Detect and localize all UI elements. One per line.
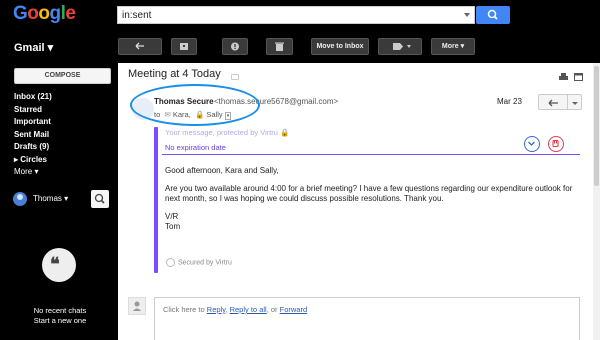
email-signature: Tom bbox=[165, 222, 181, 231]
reply-prefix: Click here to bbox=[163, 305, 205, 314]
logo-letter: o bbox=[38, 3, 50, 24]
sender-name[interactable]: Thomas Secure bbox=[154, 97, 214, 106]
chevron-down-icon bbox=[528, 141, 535, 146]
circles-label: Circles bbox=[20, 154, 47, 164]
message-more-button[interactable] bbox=[568, 94, 582, 110]
reply-hint: Click here to Reply, Reply to all, or Fo… bbox=[163, 305, 307, 314]
chat-status: No recent chats Start a new one bbox=[10, 306, 110, 326]
scrollbar-thumb[interactable] bbox=[594, 66, 599, 186]
google-logo[interactable]: Google bbox=[13, 3, 76, 25]
sidebar-item-more[interactable]: More ▾ bbox=[14, 166, 52, 179]
delete-button[interactable] bbox=[266, 38, 293, 55]
logo-letter: G bbox=[13, 3, 28, 24]
email-subject: Meeting at 4 Today bbox=[128, 68, 221, 80]
sidebar-item-inbox[interactable]: Inbox (21) bbox=[14, 91, 52, 104]
move-to-inbox-button[interactable]: Move to Inbox bbox=[311, 38, 369, 55]
trash-icon bbox=[275, 42, 284, 51]
reply-icon bbox=[548, 99, 558, 107]
logo-letter: e bbox=[65, 3, 76, 24]
chevron-down-icon bbox=[572, 102, 578, 105]
virtru-protected-notice: Your message, protected by Virtru 🔒 bbox=[165, 128, 289, 137]
labels-button[interactable] bbox=[378, 38, 422, 55]
virtru-logo-icon bbox=[166, 258, 175, 267]
virtru-expand-icon[interactable] bbox=[524, 136, 540, 152]
recipients-line: to ✉ Kara, 🔒 Sally ▾ bbox=[154, 110, 232, 120]
virtru-revoke-icon[interactable] bbox=[548, 136, 564, 152]
virtru-accent-bar bbox=[154, 127, 158, 273]
hand-stop-icon bbox=[552, 139, 559, 148]
secured-by-virtru: Secured by Virtru bbox=[166, 258, 232, 267]
logo-letter: g bbox=[49, 3, 62, 24]
gmail-menu[interactable]: Gmail ▾ bbox=[14, 41, 53, 54]
archive-button[interactable] bbox=[171, 38, 197, 55]
reply-link[interactable]: Reply bbox=[207, 305, 226, 314]
reply-all-link[interactable]: Reply to all bbox=[230, 305, 267, 314]
search-options-icon[interactable] bbox=[464, 13, 470, 17]
reply-avatar bbox=[128, 297, 146, 315]
more-actions-button[interactable]: More ▾ bbox=[431, 38, 475, 55]
search-input[interactable] bbox=[118, 7, 448, 23]
print-icon[interactable] bbox=[559, 73, 568, 81]
virtru-divider bbox=[162, 154, 580, 155]
search-box[interactable] bbox=[117, 6, 475, 24]
quick-reply-box[interactable]: Click here to Reply, Reply to all, or Fo… bbox=[154, 297, 580, 340]
back-arrow-icon bbox=[135, 42, 144, 50]
email-view: Meeting at 4 Today Thomas Secure <thomas… bbox=[118, 63, 600, 340]
sender-avatar bbox=[132, 98, 154, 120]
reply-separator: , bbox=[225, 305, 228, 314]
sidebar-nav: Inbox (21) Starred Important Sent Mail D… bbox=[14, 91, 52, 179]
email-signoff: V/R bbox=[165, 212, 179, 221]
label-tag-icon bbox=[393, 43, 411, 50]
recipient-kara[interactable]: Kara, bbox=[173, 110, 191, 119]
reply-button[interactable] bbox=[538, 94, 568, 110]
spam-icon bbox=[231, 42, 239, 51]
secured-by-text: Secured by Virtru bbox=[178, 259, 232, 267]
user-name[interactable]: Thomas ▾ bbox=[33, 194, 68, 203]
sidebar-item-circles[interactable]: ▸ Circles bbox=[14, 154, 52, 167]
logo-letter: o bbox=[27, 3, 39, 24]
recipient-lock-icon: ✉ bbox=[164, 110, 171, 119]
sidebar-item-sent-mail[interactable]: Sent Mail bbox=[14, 129, 52, 142]
to-prefix: to bbox=[154, 110, 161, 119]
recipient-sally[interactable]: Sally bbox=[206, 110, 222, 119]
virtru-protected-text: Your message, protected by Virtru bbox=[165, 128, 278, 137]
sidebar-item-important[interactable]: Important bbox=[14, 116, 52, 129]
virtru-expiration: No expiration date bbox=[165, 143, 226, 152]
show-details-icon[interactable]: ▾ bbox=[224, 112, 232, 120]
quote-icon: ❝ bbox=[50, 254, 60, 274]
avatar bbox=[13, 192, 27, 206]
sidebar-item-starred[interactable]: Starred bbox=[14, 104, 52, 117]
no-chats-text: No recent chats bbox=[33, 306, 87, 315]
email-body-line-2: next month, so I was hoping we could dis… bbox=[165, 194, 444, 203]
hangouts-icon: ❝ bbox=[42, 248, 76, 282]
recipient-lock-icon: 🔒 bbox=[194, 110, 205, 119]
top-bar: Google bbox=[0, 0, 600, 30]
search-icon bbox=[487, 9, 498, 20]
person-icon bbox=[133, 301, 141, 311]
search-button[interactable] bbox=[476, 6, 510, 24]
archive-icon bbox=[180, 43, 188, 50]
open-in-new-window-icon[interactable] bbox=[574, 73, 583, 81]
sender-email: <thomas.secure5678@gmail.com> bbox=[214, 97, 339, 106]
email-date: Mar 23 bbox=[497, 97, 522, 106]
people-search-button[interactable] bbox=[91, 190, 109, 208]
search-icon bbox=[94, 193, 105, 204]
lock-icon: 🔒 bbox=[280, 128, 290, 137]
reply-separator: , or bbox=[266, 305, 278, 314]
sidebar-item-drafts[interactable]: Drafts (9) bbox=[14, 141, 52, 154]
report-spam-button[interactable] bbox=[222, 38, 248, 55]
back-button[interactable] bbox=[118, 38, 162, 55]
start-new-chat-link[interactable]: Start a new one bbox=[10, 316, 110, 326]
email-greeting: Good afternoon, Kara and Sally, bbox=[165, 166, 279, 175]
email-body-line-1: Are you two available around 4:00 for a … bbox=[165, 184, 573, 193]
label-tag-icon[interactable] bbox=[231, 74, 239, 80]
compose-button[interactable]: COMPOSE bbox=[14, 68, 111, 84]
forward-link[interactable]: Forward bbox=[280, 305, 308, 314]
